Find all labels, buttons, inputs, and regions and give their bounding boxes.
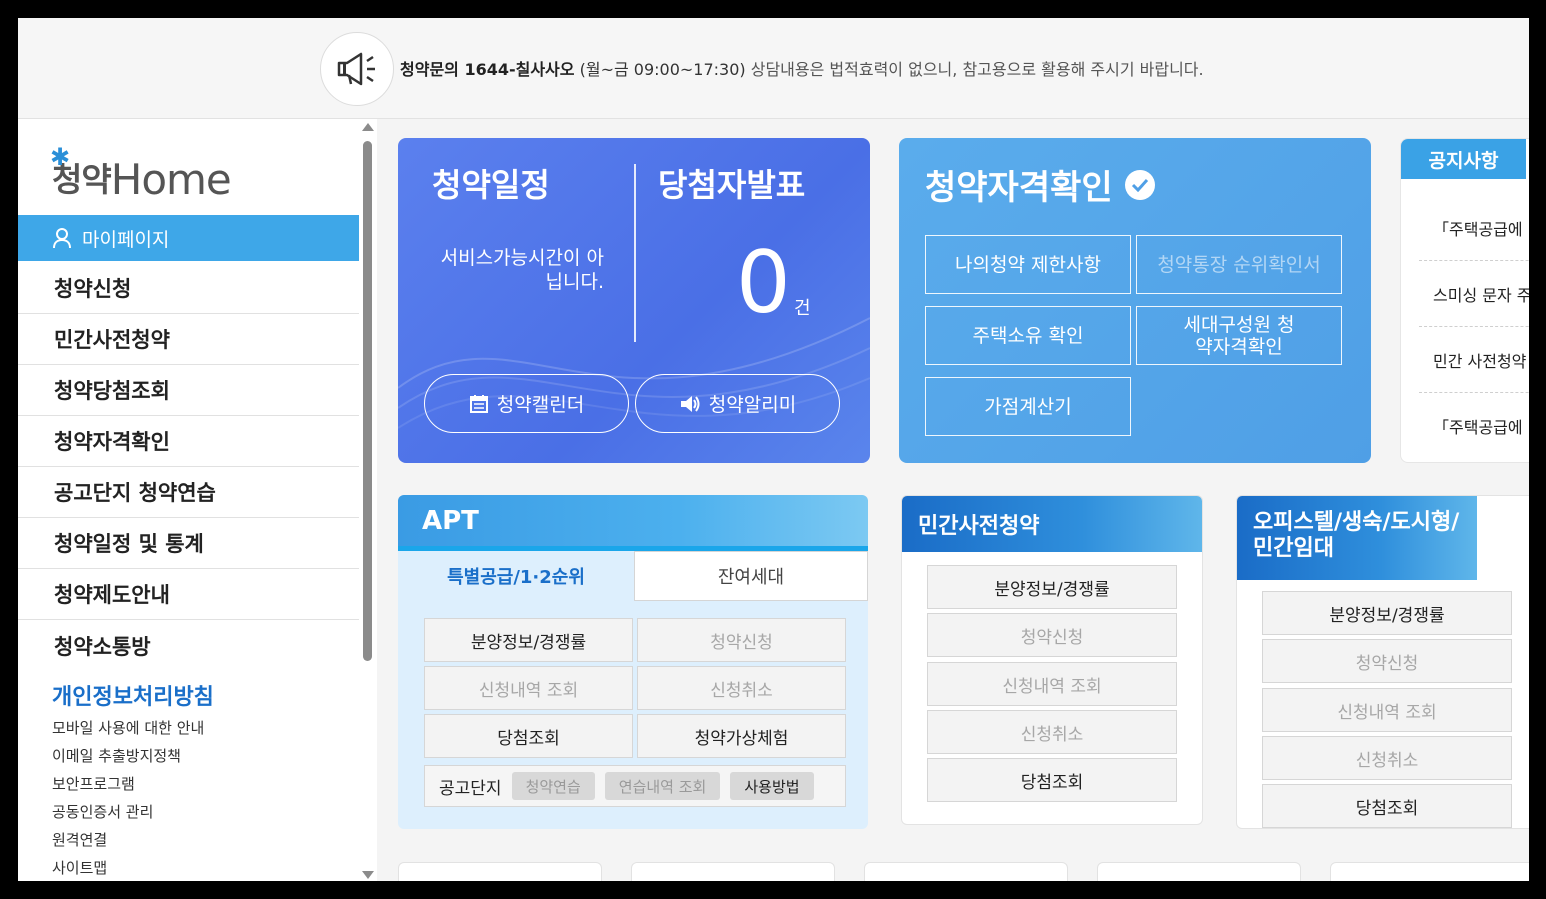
how-to-use-tag[interactable]: 사용방법: [730, 772, 814, 800]
off-winner-button[interactable]: 당첨조회: [1262, 784, 1512, 828]
winner-announcement-title[interactable]: 당첨자발표: [658, 160, 805, 206]
apt-winner-button[interactable]: 당첨조회: [424, 714, 633, 758]
notice-item[interactable]: 「주택공급에: [1419, 393, 1529, 459]
hours-text: (월~금 09:00~17:30): [574, 60, 746, 79]
pre-apply-button[interactable]: 청약신청: [927, 613, 1177, 657]
sidebar-item-schedule-stats[interactable]: 청약일정 및 통계: [18, 518, 359, 569]
qualification-card: 청약자격확인 나의청약 제한사항 청약통장 순위확인서 주택소유 확인 세대구성…: [899, 138, 1371, 463]
off-cancel-button[interactable]: 신청취소: [1262, 736, 1512, 780]
schedule-card: 청약일정 당첨자발표 서비스가능시간이 아닙니다. 0 건 청약캘린더 청약알리…: [398, 138, 870, 463]
logo-english: Home: [110, 155, 232, 204]
alarm-button[interactable]: 청약알리미: [635, 374, 840, 433]
check-icon: [1124, 169, 1155, 200]
card-divider: [634, 164, 636, 342]
browser-viewport: 청약문의 1644-칠사사오 (월~금 09:00~17:30) 상담내용은 법…: [18, 18, 1529, 881]
pre-winner-button[interactable]: 당첨조회: [927, 758, 1177, 802]
complex-label: 공고단지: [439, 778, 502, 799]
officetel-box: 오피스텔/생숙/도시형/ 민간임대 분양정보/경쟁률 청약신청 신청내역 조회 …: [1236, 495, 1529, 829]
notice-text: 청약문의 1644-칠사사오 (월~금 09:00~17:30) 상담내용은 법…: [400, 56, 1204, 80]
calendar-label: 청약캘린더: [496, 394, 585, 416]
sidebar-menu: 청약신청 민간사전청약 청약당첨조회 청약자격확인 공고단지 청약연습 청약일정…: [18, 263, 359, 671]
notice-item[interactable]: 스미싱 문자 주: [1419, 261, 1529, 327]
practice-tag[interactable]: 청약연습: [511, 772, 595, 800]
bottom-card[interactable]: [864, 862, 1068, 881]
pre-cancel-button[interactable]: 신청취소: [927, 710, 1177, 754]
service-time-message: 서비스가능시간이 아닙니다.: [440, 247, 604, 293]
mypage-button[interactable]: 마이페이지: [18, 215, 359, 261]
practice-history-tag[interactable]: 연습내역 조회: [604, 772, 721, 800]
sidebar-item-winner-lookup[interactable]: 청약당첨조회: [18, 365, 359, 416]
scroll-up-icon[interactable]: [362, 123, 374, 131]
hotline-text: 청약문의 1644-칠사사오: [400, 60, 575, 79]
apt-simulation-button[interactable]: 청약가상체험: [637, 714, 846, 758]
off-sale-info-button[interactable]: 분양정보/경쟁률: [1262, 591, 1512, 635]
disclaimer-text: 상담내용은 법적효력이 없으니, 참고용으로 활용해 주시기 바랍니다.: [745, 60, 1204, 79]
apt-title: APT: [398, 495, 868, 551]
pre-sale-info-button[interactable]: 분양정보/경쟁률: [927, 565, 1177, 609]
privacy-policy-link[interactable]: 개인정보처리방침: [52, 679, 214, 711]
off-apply-button[interactable]: 청약신청: [1262, 639, 1512, 683]
calendar-icon: [469, 394, 488, 413]
winner-count-unit: 건: [794, 298, 811, 319]
sidebar-item-apply[interactable]: 청약신청: [18, 263, 359, 314]
notice-item[interactable]: 민간 사전청약: [1419, 327, 1529, 393]
house-ownership-button[interactable]: 주택소유 확인: [925, 306, 1131, 365]
private-pre-box: 민간사전청약 분양정보/경쟁률 청약신청 신청내역 조회 신청취소 당첨조회: [901, 495, 1203, 825]
footer-links: 모바일 사용에 대한 안내 이메일 추출방지정책 보안프로그램 공동인증서 관리…: [52, 717, 204, 881]
officetel-title: 오피스텔/생숙/도시형/ 민간임대: [1237, 496, 1477, 580]
email-policy-link[interactable]: 이메일 추출방지정책: [52, 745, 204, 773]
apt-box: APT 특별공급/1·2순위 잔여세대 분양정보/경쟁률 청약신청 신청내역 조…: [398, 495, 868, 829]
security-program-link[interactable]: 보안프로그램: [52, 773, 204, 801]
alarm-label: 청약알리미: [708, 394, 797, 416]
qualification-title-text: 청약자격확인: [925, 168, 1113, 208]
sidebar-item-practice[interactable]: 공고단지 청약연습: [18, 467, 359, 518]
user-icon: [53, 228, 71, 249]
qualification-title[interactable]: 청약자격확인: [925, 160, 1155, 209]
notice-item[interactable]: 「주택공급에: [1419, 195, 1529, 261]
bottom-card[interactable]: [1097, 862, 1301, 881]
schedule-title[interactable]: 청약일정: [432, 160, 550, 206]
sidebar-item-community[interactable]: 청약소통방: [18, 620, 359, 671]
bottom-card[interactable]: [1330, 862, 1529, 881]
site-logo[interactable]: ✱ 청약 Home: [50, 143, 232, 204]
scroll-thumb[interactable]: [363, 141, 372, 661]
account-rank-button[interactable]: 청약통장 순위확인서: [1136, 235, 1342, 294]
pre-history-button[interactable]: 신청내역 조회: [927, 662, 1177, 706]
sidebar-item-system-guide[interactable]: 청약제도안내: [18, 569, 359, 620]
notice-card: 공지사항 「주택공급에 스미싱 문자 주 민간 사전청약 「주택공급에: [1400, 138, 1529, 463]
scroll-down-icon[interactable]: [362, 871, 374, 879]
apt-complex-row: 공고단지 청약연습 연습내역 조회 사용방법: [424, 765, 846, 807]
notice-bar: 청약문의 1644-칠사사오 (월~금 09:00~17:30) 상담내용은 법…: [18, 18, 1529, 119]
calendar-button[interactable]: 청약캘린더: [424, 374, 629, 433]
logo-star-icon: ✱: [50, 143, 71, 171]
certificate-link[interactable]: 공동인증서 관리: [52, 801, 204, 829]
score-calculator-button[interactable]: 가점계산기: [925, 377, 1131, 436]
winner-count: 0: [736, 233, 791, 333]
speaker-icon: [680, 395, 700, 412]
notice-tab[interactable]: 공지사항: [1401, 139, 1526, 179]
bottom-card[interactable]: [398, 862, 602, 881]
apt-history-button[interactable]: 신청내역 조회: [424, 666, 633, 710]
my-restrictions-button[interactable]: 나의청약 제한사항: [925, 235, 1131, 294]
private-pre-title: 민간사전청약: [902, 496, 1202, 552]
tab-special-supply[interactable]: 특별공급/1·2순위: [398, 551, 634, 601]
remote-link[interactable]: 원격연결: [52, 829, 204, 857]
bottom-card[interactable]: [631, 862, 835, 881]
apt-apply-button[interactable]: 청약신청: [637, 618, 846, 662]
tab-remaining-units[interactable]: 잔여세대: [634, 551, 868, 601]
mobile-guide-link[interactable]: 모바일 사용에 대한 안내: [52, 717, 204, 745]
apt-sale-info-button[interactable]: 분양정보/경쟁률: [424, 618, 633, 662]
megaphone-icon: [320, 32, 394, 106]
sidebar-item-qualification[interactable]: 청약자격확인: [18, 416, 359, 467]
household-qualification-button[interactable]: 세대구성원 청약자격확인: [1136, 306, 1342, 365]
mypage-label: 마이페이지: [82, 228, 170, 251]
off-history-button[interactable]: 신청내역 조회: [1262, 688, 1512, 732]
sidebar-scrollbar[interactable]: [359, 119, 377, 881]
sidebar-item-private-pre-subscription[interactable]: 민간사전청약: [18, 314, 359, 365]
sitemap-link[interactable]: 사이트맵: [52, 857, 204, 881]
sidebar: ✱ 청약 Home 마이페이지 청약신청 민간사전청약 청약당첨조회 청약자격확…: [18, 119, 360, 881]
apt-cancel-button[interactable]: 신청취소: [637, 666, 846, 710]
